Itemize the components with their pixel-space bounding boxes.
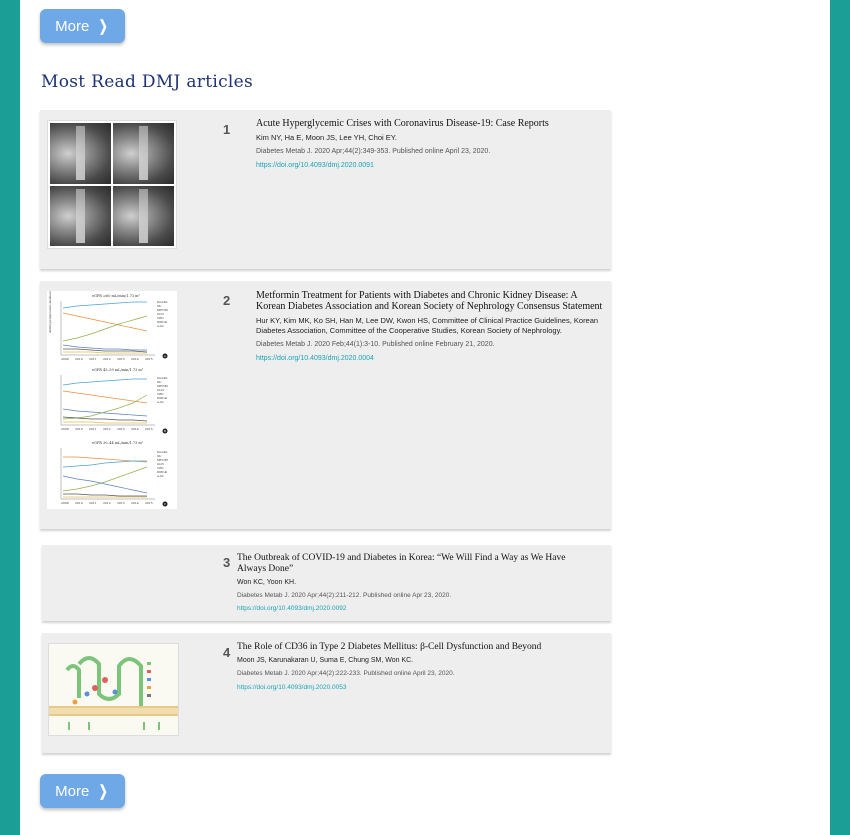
article-card-3[interactable]: 3 The Outbreak of COVID-19 and Diabetes …	[42, 545, 611, 621]
figure-chart: eGFR ≥60 mL/min/1.73 m² Antihyperglycemi…	[48, 261, 168, 507]
year-tick: 2009	[61, 357, 69, 361]
more-label: More	[55, 17, 90, 35]
year-tick: 2014	[131, 357, 139, 361]
article-info: The Outbreak of COVID-19 and Diabetes in…	[237, 553, 587, 612]
year-tick: 2009	[61, 501, 69, 505]
article-info: The Role of CD36 in Type 2 Diabetes Mell…	[237, 642, 587, 691]
article-title-link[interactable]: The Outbreak of COVID-19 and Diabetes in…	[237, 553, 587, 575]
article-citation: Diabetes Metab J. 2020 Apr;44(2):349-353…	[256, 148, 491, 155]
article-info: Acute Hyperglycemic Crises with Coronavi…	[256, 118, 606, 169]
article-card-1[interactable]: 1 Acute Hyperglycemic Crises with Corona…	[40, 110, 611, 269]
legend-item: α-GI	[157, 324, 164, 328]
year-tick: 2010	[75, 501, 83, 505]
article-doi-link[interactable]: https://doi.org/10.4093/dmj.2020.0053	[237, 684, 587, 691]
xray-image	[50, 185, 111, 246]
year-tick: 2013	[117, 501, 125, 505]
article-number: 4	[223, 645, 231, 660]
more-button-bottom[interactable]: More ❯	[40, 774, 125, 808]
year-tick: 2013	[117, 427, 125, 431]
panel-a-title: eGFR ≥60 mL/min/1.73 m²	[92, 294, 140, 298]
chevron-right-icon: ❯	[99, 783, 108, 800]
year-tick: 2011	[89, 427, 97, 431]
year-tick: 2012	[103, 501, 111, 505]
article-doi-link[interactable]: https://doi.org/10.4093/dmj.2020.0092	[237, 605, 587, 612]
year-tick: 2015	[145, 501, 153, 505]
article-citation: Diabetes Metab J. 2020 Apr;44(2):211-212…	[237, 592, 452, 599]
article-doi-link[interactable]: https://doi.org/10.4093/dmj.2020.0091	[256, 162, 606, 169]
article-number: 3	[223, 555, 231, 570]
more-button-top[interactable]: More ❯	[40, 9, 125, 43]
year-tick: 2013	[117, 357, 125, 361]
year-tick: 2012	[103, 427, 111, 431]
year-tick: 2015	[145, 357, 153, 361]
article-card-2[interactable]: eGFR ≥60 mL/min/1.73 m² Antihyperglycemi…	[40, 261, 611, 529]
panel-c-title: eGFR 30–44 mL/min/1.73 m²	[92, 441, 144, 445]
xray-image	[50, 123, 111, 184]
more-label: More	[55, 782, 90, 800]
section-title: Most Read DMJ articles	[41, 72, 254, 92]
article-authors: Hur KY, Kim MK, Ko SH, Han M, Lee DW, Kw…	[256, 316, 599, 335]
legend-item: α-GI	[157, 474, 164, 478]
year-tick: 2009	[61, 427, 69, 431]
year-tick: 2015	[145, 427, 153, 431]
year-tick: 2011	[89, 357, 97, 361]
article-thumbnail-xray[interactable]	[47, 120, 177, 249]
article-thumbnail-pathway[interactable]	[48, 643, 179, 736]
article-title-link[interactable]: The Role of CD36 in Type 2 Diabetes Mell…	[237, 642, 587, 653]
article-authors: Moon JS, Karunakaran U, Suma E, Chung SM…	[237, 657, 414, 664]
article-authors: Won KC, Yoon KH.	[237, 579, 297, 586]
article-authors: Kim NY, Ha E, Moon JS, Lee YH, Choi EY.	[256, 133, 397, 142]
year-tick: 2012	[103, 357, 111, 361]
article-number: 2	[223, 293, 231, 308]
article-thumbnail-chart[interactable]: eGFR ≥60 mL/min/1.73 m² Antihyperglycemi…	[47, 261, 177, 509]
article-doi-link[interactable]: https://doi.org/10.4093/dmj.2020.0004	[256, 355, 608, 362]
article-citation: Diabetes Metab J. 2020 Feb;44(1):3-10. P…	[256, 341, 495, 348]
article-title-link[interactable]: Acute Hyperglycemic Crises with Coronavi…	[256, 118, 606, 129]
article-citation: Diabetes Metab J. 2020 Apr;44(2):222-233…	[237, 670, 455, 677]
article-info: Metformin Treatment for Patients with Di…	[256, 290, 608, 362]
chevron-right-icon: ❯	[99, 18, 108, 35]
legend-item: α-GI	[157, 400, 164, 404]
year-tick: 2014	[131, 427, 139, 431]
content-panel: More ❯ Most Read DMJ articles 1 Acute Hy…	[20, 0, 830, 835]
article-title-link[interactable]: Metformin Treatment for Patients with Di…	[256, 290, 608, 312]
panel-b-title: eGFR 45–59 mL/min/1.73 m²	[92, 368, 144, 372]
xray-image	[113, 185, 174, 246]
year-tick: 2011	[89, 501, 97, 505]
pathway-diagram	[49, 644, 178, 735]
year-tick: 2014	[131, 501, 139, 505]
year-tick: 2010	[75, 427, 83, 431]
xray-image	[113, 123, 174, 184]
svg-text:Antihyperglycemic medication p: Antihyperglycemic medication prescriptio…	[48, 291, 52, 334]
article-card-4[interactable]: 4 The Role of CD36 in Type 2 Diabetes Me…	[42, 633, 611, 753]
year-tick: 2010	[75, 357, 83, 361]
article-number: 1	[223, 122, 231, 137]
